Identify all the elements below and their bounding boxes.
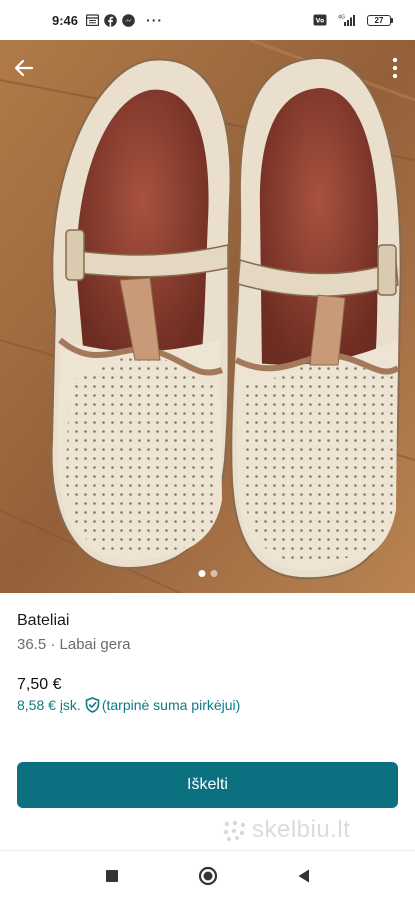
messenger-icon — [122, 13, 135, 27]
triangle-back-icon — [298, 869, 309, 882]
watermark-logo-icon — [223, 820, 246, 841]
notification-overflow: ··· — [146, 12, 164, 28]
circle-icon — [198, 866, 217, 885]
site-watermark: skelbiu.lt — [222, 816, 350, 844]
arrow-left-icon — [14, 59, 34, 77]
signal-icon: 4G — [338, 14, 356, 26]
system-nav-bar — [0, 850, 415, 900]
listing-subtitle: 36.5 · Labai gera — [17, 636, 131, 653]
right-shoe — [230, 56, 402, 580]
shoes-photo — [0, 40, 415, 593]
recent-apps-button[interactable] — [100, 864, 124, 888]
more-options-button[interactable] — [387, 54, 403, 82]
listing-price: 7,50 € — [17, 676, 62, 693]
listing-title: Bateliai — [17, 612, 70, 629]
network-type-label: 4G — [338, 15, 345, 21]
svg-text:Vo: Vo — [316, 18, 324, 25]
listing-photo[interactable] — [0, 40, 415, 593]
watermark-text: skelbiu.lt — [252, 816, 351, 843]
battery-icon: 27 — [367, 14, 393, 26]
volte-icon: Vo — [313, 14, 327, 26]
buyer-protection-row[interactable]: 8,58 € įsk. (tarpinė suma pirkėjui) — [17, 697, 240, 713]
status-time: 9:46 — [52, 12, 79, 28]
battery-level: 27 — [367, 14, 391, 26]
pager-dot-active[interactable] — [198, 570, 205, 577]
shield-check-icon — [85, 697, 100, 713]
more-vertical-icon — [392, 57, 398, 79]
status-bar: 9:46 ··· Vo 4G 27 — [0, 0, 415, 40]
protection-note: (tarpinė suma pirkėjui) — [101, 697, 241, 713]
pager-dot[interactable] — [210, 570, 217, 577]
left-shoe — [50, 58, 232, 570]
price-with-protection: 8,58 € įsk. — [17, 697, 81, 713]
back-button[interactable] — [10, 54, 38, 82]
photo-pager — [198, 570, 217, 577]
bump-listing-button[interactable]: Iškelti — [17, 762, 398, 808]
home-button[interactable] — [196, 864, 220, 888]
system-back-button[interactable] — [292, 864, 316, 888]
square-icon — [105, 869, 118, 882]
calendar-icon — [86, 14, 100, 26]
facebook-icon — [104, 13, 117, 27]
